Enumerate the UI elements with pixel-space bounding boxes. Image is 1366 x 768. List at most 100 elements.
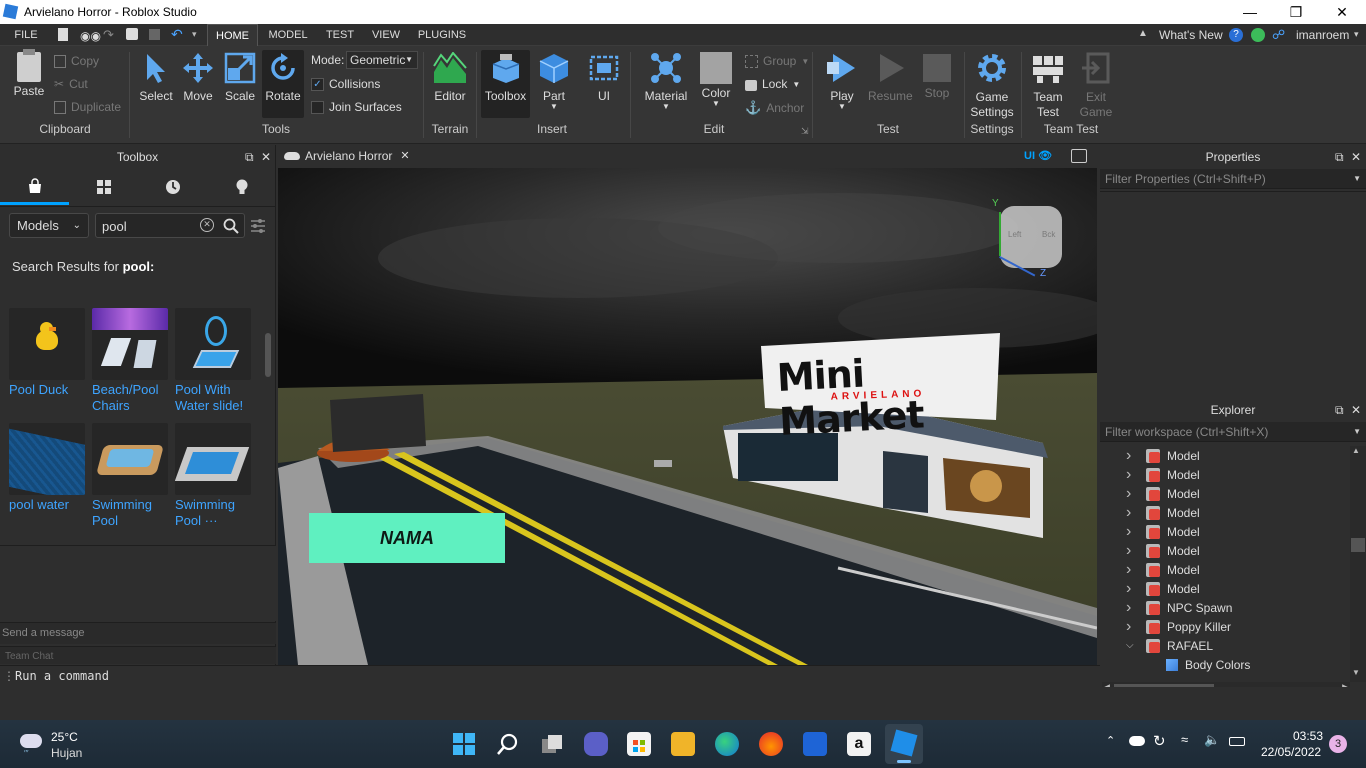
chevron-right-icon[interactable]: › [1126, 447, 1140, 465]
chevron-right-icon[interactable]: › [1126, 561, 1140, 579]
stop-button[interactable]: Stop [917, 52, 957, 100]
3d-viewport[interactable]: Mini Market ARVIELANO NAMA Left Bck Y Z [278, 168, 1097, 665]
cut-button[interactable]: ✂ Cut [54, 77, 88, 91]
store-icon[interactable] [627, 732, 651, 756]
clock-date[interactable]: 22/05/2022 [1261, 745, 1321, 759]
doc-tab-arvielano-horror[interactable]: Arvielano Horror ✕ [284, 145, 420, 168]
collisions-checkbox[interactable]: ✓ Collisions [311, 77, 380, 91]
user-menu-chevron-icon[interactable]: ▾ [1354, 29, 1359, 40]
material-button[interactable]: Material ▼ [642, 52, 690, 111]
collaborator-status-icon[interactable] [1251, 28, 1265, 42]
stop-square-icon[interactable] [149, 29, 160, 40]
explorer-row[interactable]: › Model [1100, 465, 1350, 484]
tab-file[interactable]: FILE [8, 24, 44, 46]
exit-game-button[interactable]: Exit Game [1074, 52, 1118, 120]
team-chat-label[interactable]: Team Chat [0, 646, 276, 664]
scroll-up-icon[interactable]: ▲ [1352, 446, 1360, 455]
rotate-button[interactable]: Rotate [262, 50, 304, 118]
result-item[interactable]: Beach/Pool Chairs [92, 308, 170, 414]
roblox-studio-taskbar-button[interactable] [885, 724, 923, 764]
share-icon[interactable]: ☍ [1272, 27, 1285, 43]
scale-button[interactable]: Scale [221, 52, 259, 103]
explorer-row[interactable]: › Model [1100, 522, 1350, 541]
tab-marketplace[interactable] [0, 169, 69, 205]
collapse-ribbon-icon[interactable]: ▲ [1138, 28, 1148, 39]
command-input[interactable]: Run a command [15, 669, 109, 683]
tab-test[interactable]: TEST [322, 24, 358, 46]
play-button[interactable]: Play ▼ [820, 52, 864, 111]
copy-button[interactable]: Copy [54, 54, 99, 68]
filter-sliders-icon[interactable] [250, 219, 266, 233]
onedrive-icon[interactable] [1129, 736, 1145, 746]
cube-face-left[interactable]: Left [1008, 230, 1021, 239]
chevron-right-icon[interactable]: › [1126, 485, 1140, 503]
expand-group-icon[interactable]: ⇲ [801, 126, 809, 137]
paste-button[interactable]: Paste [10, 49, 48, 98]
close-panel-icon[interactable]: ✕ [1351, 145, 1361, 169]
start-button[interactable] [452, 732, 476, 756]
chat-app-icon[interactable] [584, 732, 608, 756]
battery-icon[interactable] [1229, 737, 1245, 746]
whats-new-link[interactable]: What's New [1159, 28, 1223, 42]
game-settings-button[interactable]: Game Settings [967, 52, 1017, 120]
user-name[interactable]: imanroem [1296, 28, 1349, 42]
explorer-row[interactable]: › Model [1100, 503, 1350, 522]
toolbox-button[interactable]: Toolbox [481, 50, 530, 118]
file-explorer-icon[interactable] [671, 732, 695, 756]
anchor-button[interactable]: ⚓ Anchor [745, 100, 804, 116]
binoculars-icon[interactable]: ◉◉ [80, 29, 101, 43]
join-surfaces-checkbox[interactable]: Join Surfaces [311, 100, 402, 114]
tray-overflow-icon[interactable]: ⌃ [1106, 734, 1115, 747]
scroll-down-icon[interactable]: ▼ [1352, 668, 1360, 677]
restore-button[interactable]: ❐ [1273, 0, 1319, 24]
explorer-row[interactable]: ⌵ RAFAEL [1100, 636, 1350, 655]
tab-inventory[interactable] [69, 169, 138, 205]
clock-time[interactable]: 03:53 [1293, 729, 1323, 743]
explorer-row[interactable]: › Model [1100, 484, 1350, 503]
terrain-editor-button[interactable]: Editor [428, 51, 472, 103]
chevron-down-icon[interactable]: ⌵ [1126, 640, 1140, 651]
clear-search-icon[interactable]: ✕ [200, 218, 214, 232]
search-taskbar-icon[interactable] [496, 732, 520, 756]
result-item[interactable]: pool water [9, 423, 87, 513]
ui-button[interactable]: UI [586, 52, 622, 103]
search-icon[interactable] [223, 218, 239, 234]
notification-badge[interactable]: 3 [1329, 735, 1347, 753]
group-button[interactable]: Group ▼ [745, 54, 809, 68]
quick-access-chevron-icon[interactable]: ▾ [192, 29, 197, 40]
redo-icon[interactable]: ↷ [103, 27, 114, 43]
amazon-icon[interactable]: a [847, 732, 871, 756]
close-button[interactable]: ✕ [1319, 0, 1365, 24]
lock-button[interactable]: Lock ▼ [745, 77, 800, 91]
undock-icon[interactable]: ⧉ [1335, 145, 1344, 169]
tab-creations[interactable] [207, 169, 276, 205]
rain-cloud-icon[interactable] [20, 734, 42, 748]
category-dropdown[interactable]: Models ⌄ [9, 213, 89, 238]
chevron-right-icon[interactable]: › [1126, 599, 1140, 617]
undock-icon[interactable]: ⧉ [245, 145, 254, 169]
search-box[interactable]: ✕ [95, 213, 245, 238]
close-panel-icon[interactable]: ✕ [1351, 398, 1361, 422]
command-bar[interactable]: ⋮ Run a command [0, 665, 1100, 687]
resume-button[interactable]: Resume [868, 52, 913, 103]
part-button[interactable]: Part ▼ [534, 52, 574, 111]
result-item[interactable]: Pool With Water slide! [175, 308, 253, 414]
tab-model[interactable]: MODEL [264, 24, 312, 46]
tab-view[interactable]: VIEW [368, 24, 404, 46]
dropbox-icon[interactable] [803, 732, 827, 756]
result-item[interactable]: Swimming Pool [92, 423, 170, 529]
chevron-right-icon[interactable]: › [1126, 580, 1140, 598]
volume-icon[interactable]: 🔈 [1204, 732, 1220, 748]
select-button[interactable]: Select [137, 52, 175, 103]
chat-message-input[interactable]: Send a message [0, 622, 276, 644]
explorer-row[interactable]: › Model [1100, 446, 1350, 465]
tab-plugins[interactable]: PLUGINS [414, 24, 470, 46]
explorer-row[interactable]: › Model [1100, 579, 1350, 598]
tab-home[interactable]: HOME [207, 24, 258, 46]
sync-icon[interactable]: ↻ [1153, 732, 1166, 750]
plugin-icon[interactable] [126, 28, 138, 40]
move-button[interactable]: Move [179, 52, 217, 103]
explorer-filter-input[interactable]: Filter workspace (Ctrl+Shift+X) ▼ [1100, 422, 1366, 442]
help-icon[interactable]: ? [1229, 28, 1243, 42]
undock-icon[interactable]: ⧉ [1335, 398, 1344, 422]
